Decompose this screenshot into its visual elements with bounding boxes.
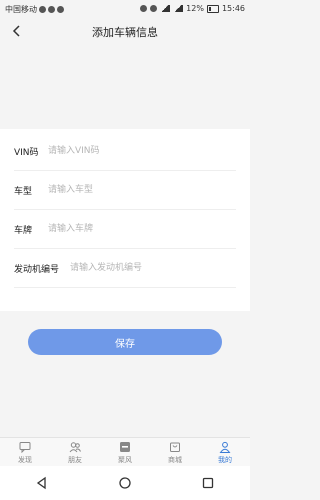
status-bar: 中国移动 12% 15:46	[0, 0, 250, 18]
tab-friends[interactable]: 朋友	[50, 438, 100, 466]
vin-label: VIN码	[14, 147, 39, 158]
nav-bar: 添加车辆信息	[0, 18, 250, 46]
tab-label: 商城	[168, 456, 182, 464]
tab-bar: 发现 朋友 聚风 商城 我的	[0, 437, 250, 466]
notification-icon	[48, 6, 55, 13]
system-back-icon[interactable]	[35, 476, 49, 490]
engine-label: 发动机编号	[14, 264, 60, 275]
carrier-text: 中国移动	[5, 5, 37, 14]
plate-input[interactable]	[48, 221, 228, 237]
alarm-icon	[140, 5, 148, 12]
signal-icon	[160, 5, 171, 12]
tab-label: 发现	[18, 456, 32, 464]
wechat-icon	[57, 6, 64, 13]
plate-row: 车牌	[0, 209, 250, 249]
friends-icon	[69, 442, 81, 453]
vehicle-form: VIN码 车型 车牌 发动机编号	[0, 129, 250, 311]
save-button[interactable]: 保存	[28, 329, 222, 355]
system-home-icon[interactable]	[118, 476, 132, 490]
tab-label: 聚风	[118, 456, 132, 464]
tab-gather[interactable]: 聚风	[100, 438, 150, 466]
engine-input[interactable]	[70, 260, 230, 276]
message-icon	[39, 6, 46, 13]
engine-row: 发动机编号	[0, 248, 250, 288]
model-label: 车型	[14, 186, 33, 197]
clock: 15:46	[221, 4, 245, 13]
model-row: 车型	[0, 170, 250, 210]
status-right: 12% 15:46	[140, 4, 245, 13]
gather-icon	[120, 442, 130, 452]
system-nav-bar	[0, 466, 250, 500]
tab-discover[interactable]: 发现	[0, 438, 50, 466]
vin-row: VIN码	[0, 131, 250, 171]
chat-bubble-icon	[19, 442, 31, 453]
tab-label: 朋友	[68, 456, 82, 464]
divider	[14, 287, 236, 288]
signal-2-icon	[173, 5, 184, 12]
page-title: 添加车辆信息	[92, 26, 158, 39]
system-recents-icon[interactable]	[201, 476, 215, 490]
tab-mine[interactable]: 我的	[200, 438, 250, 466]
wifi-icon	[150, 5, 158, 12]
shop-bag-icon	[170, 442, 180, 452]
vin-input[interactable]	[48, 143, 228, 159]
tab-shop[interactable]: 商城	[150, 438, 200, 466]
battery-icon	[206, 4, 219, 13]
plate-label: 车牌	[14, 225, 33, 236]
model-input[interactable]	[48, 182, 228, 198]
status-left: 中国移动	[5, 4, 64, 15]
person-icon	[219, 441, 231, 453]
battery-percent: 12%	[186, 4, 204, 13]
tab-label: 我的	[218, 456, 232, 464]
